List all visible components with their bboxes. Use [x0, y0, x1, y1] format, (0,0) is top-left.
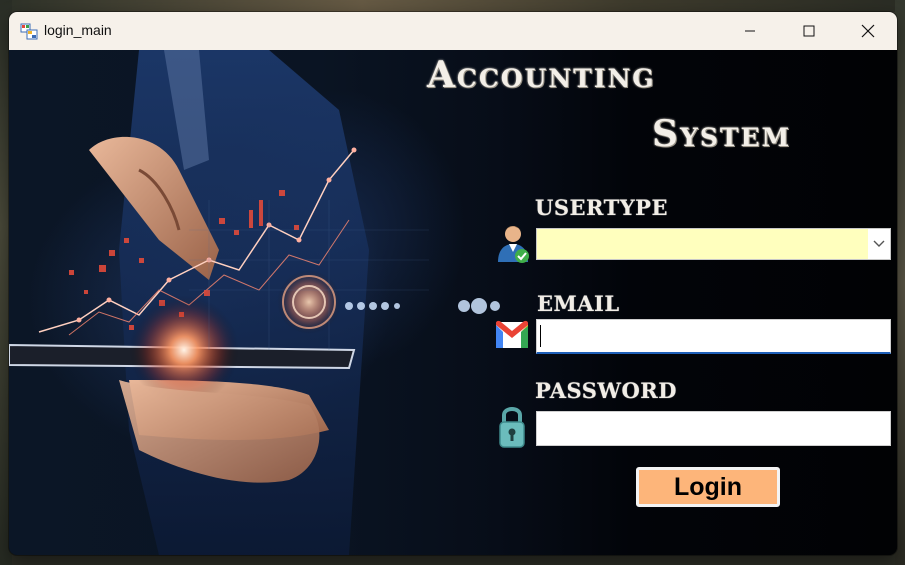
maximize-icon: [803, 25, 815, 37]
chevron-down-icon: [873, 240, 885, 247]
usertype-combobox[interactable]: [536, 228, 891, 260]
login-form-area: Accounting System USERTYPE EMAIL PASSWOR…: [9, 50, 897, 555]
title-bar[interactable]: login_main: [9, 12, 897, 51]
app-heading-line2: System: [652, 113, 792, 155]
background-illustration: [9, 50, 500, 555]
usertype-dropdown-button[interactable]: [868, 229, 890, 259]
email-label: EMAIL: [537, 291, 620, 316]
desktop-background: [0, 0, 905, 12]
window-title: login_main: [44, 22, 112, 38]
login-button[interactable]: Login: [636, 467, 780, 507]
email-field[interactable]: [536, 319, 891, 354]
usertype-label: USERTYPE: [535, 195, 668, 220]
login-window: login_main Accounting System USERTYPE EM…: [9, 12, 897, 555]
app-icon: [20, 23, 38, 40]
password-field[interactable]: [536, 411, 891, 446]
text-caret: [540, 325, 541, 347]
minimize-icon: [745, 30, 755, 32]
maximize-button[interactable]: [780, 12, 838, 50]
padlock-icon: [499, 407, 525, 448]
user-check-icon: [498, 226, 529, 263]
close-button[interactable]: [839, 12, 897, 50]
password-label: PASSWORD: [535, 378, 677, 403]
gmail-icon: [496, 320, 528, 348]
minimize-button[interactable]: [721, 12, 779, 50]
close-icon: [861, 24, 875, 38]
app-heading-line1: Accounting: [427, 54, 656, 96]
